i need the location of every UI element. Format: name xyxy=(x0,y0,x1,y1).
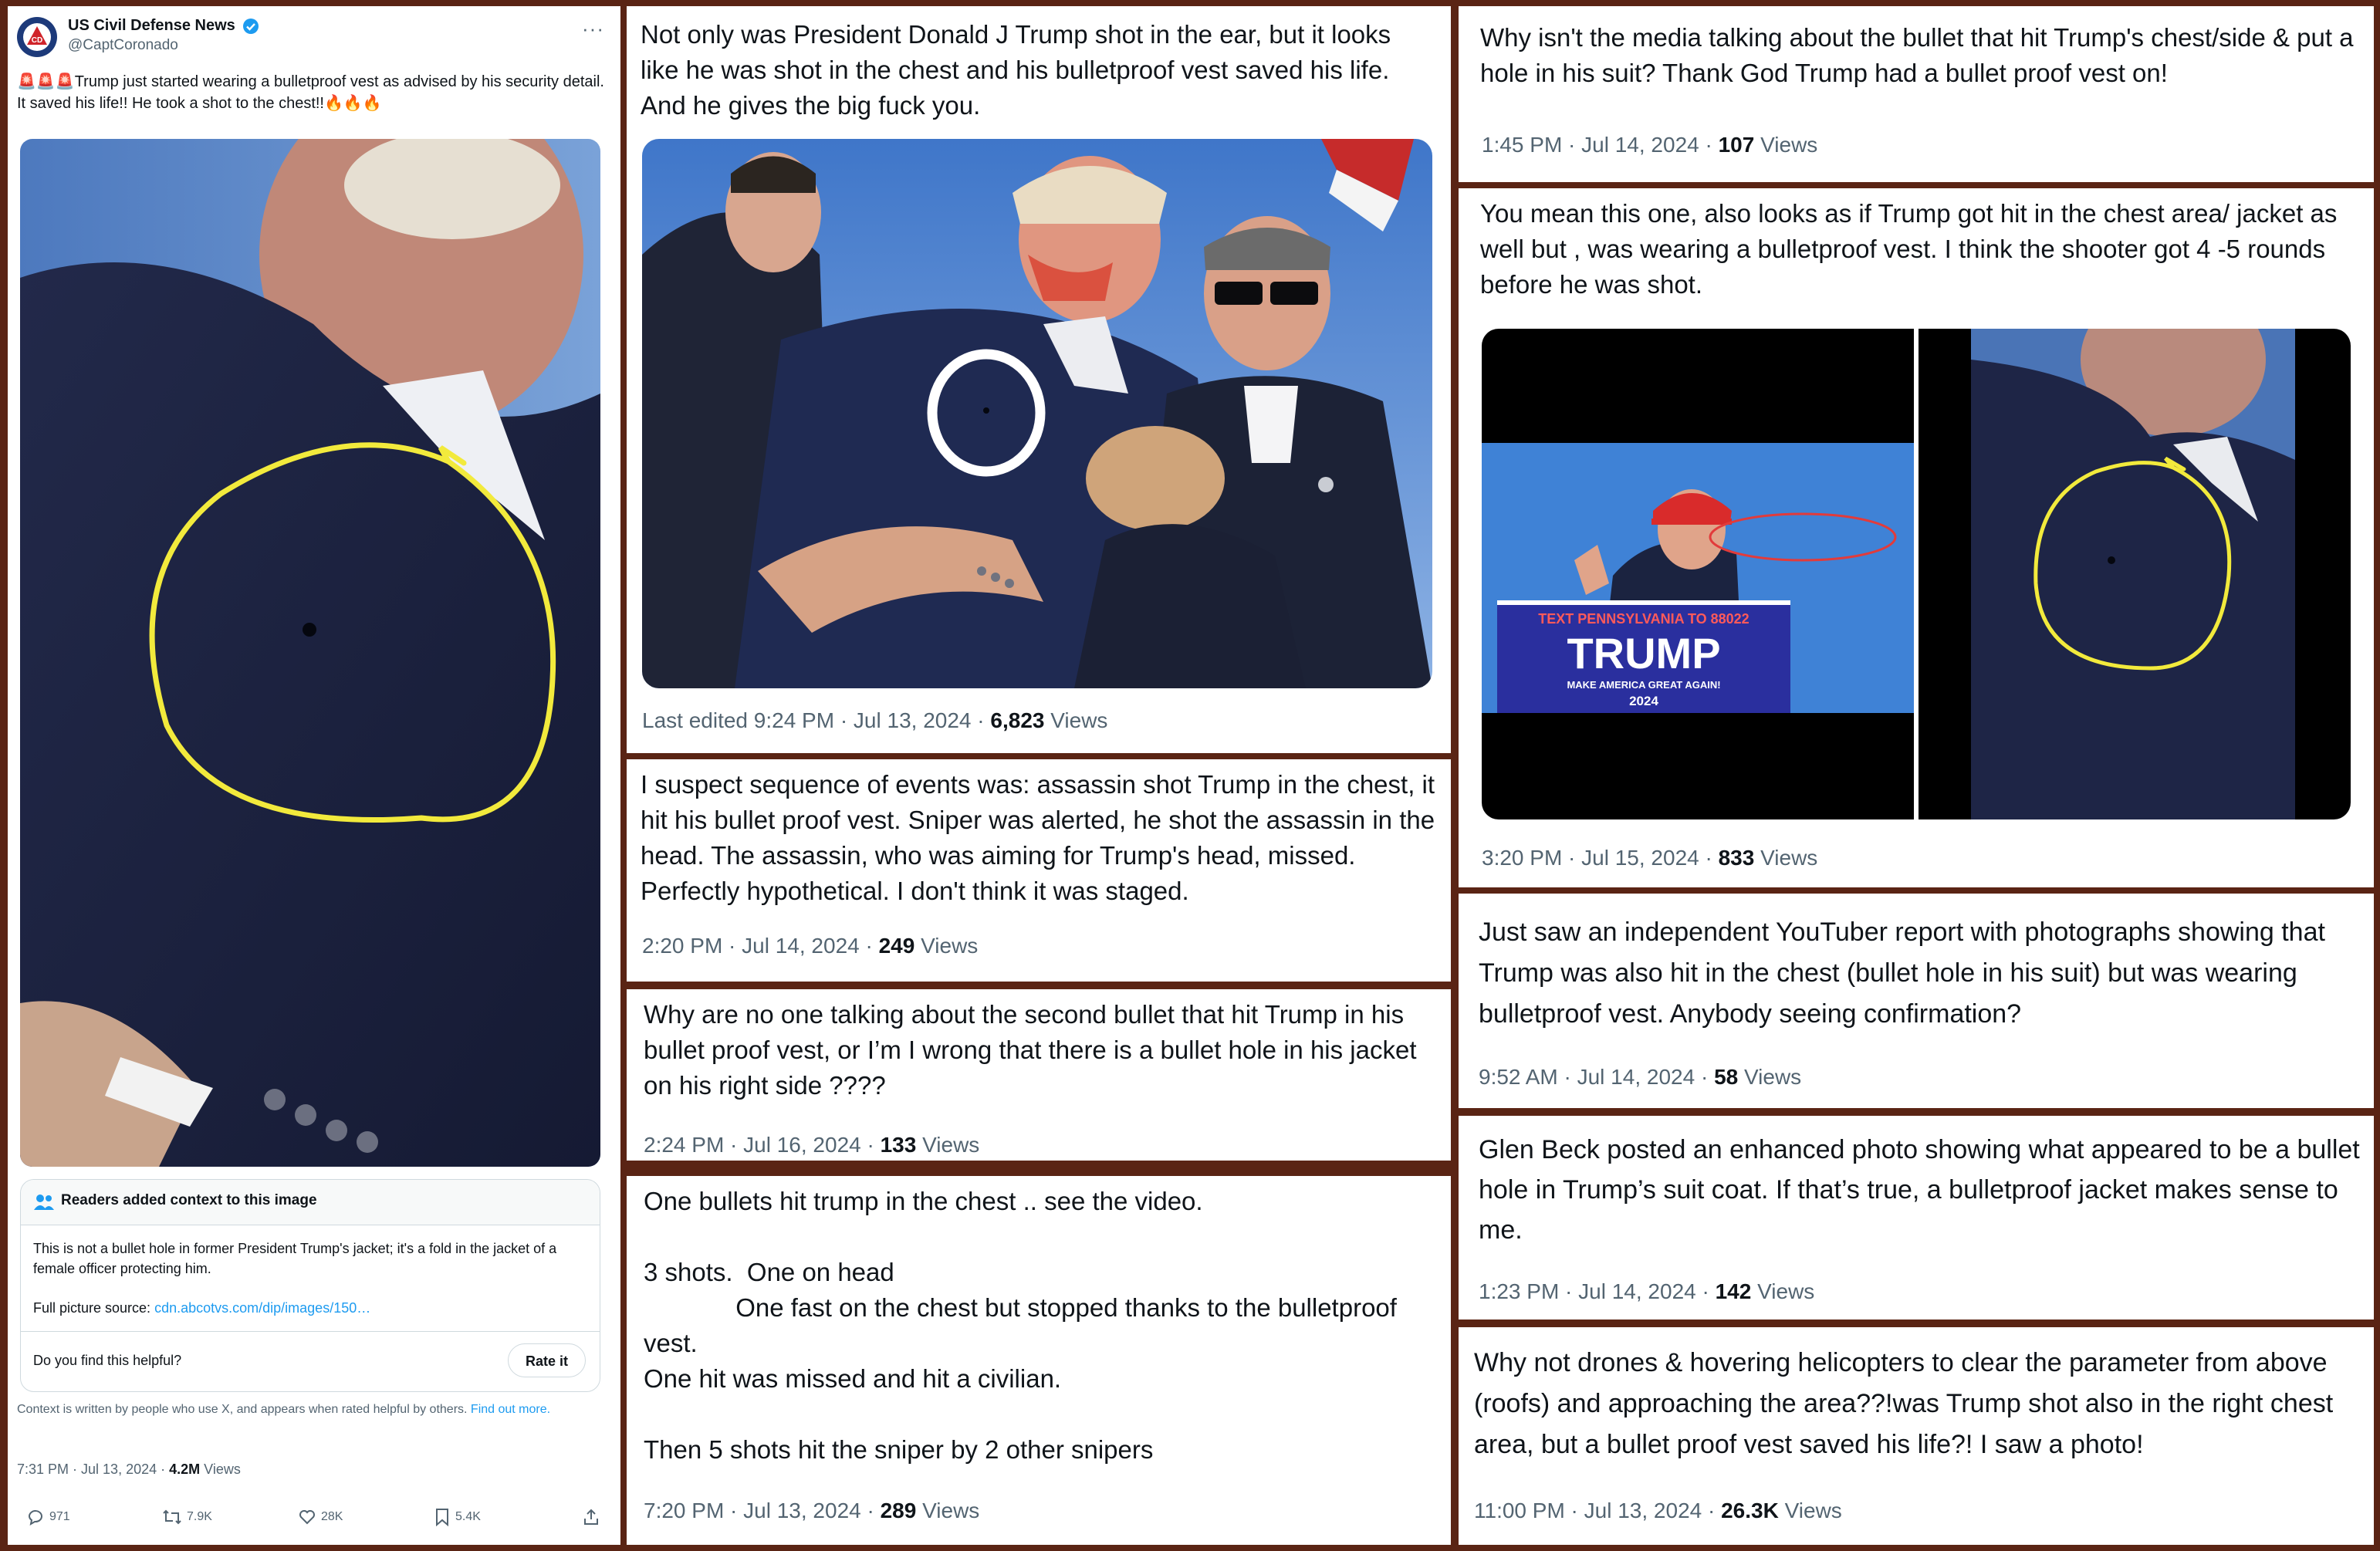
podium-year-text: 2024 xyxy=(1629,694,1658,708)
reply-timestamp: 11:00 PM · Jul 13, 2024 · 26.3K Views xyxy=(1474,1499,1842,1522)
account-name[interactable]: US Civil Defense News xyxy=(68,17,235,35)
rally-photo-image xyxy=(642,139,1432,688)
reply-card-9: Why not drones & hovering helicopters to… xyxy=(1459,1327,2374,1545)
reply-image[interactable] xyxy=(642,139,1432,688)
action-bar: 971 7.9K 28K 5.4K xyxy=(8,1503,620,1534)
repost-icon xyxy=(163,1509,181,1525)
account-handle[interactable]: @CaptCoronado xyxy=(68,37,178,54)
reply-timestamp: 3:20 PM · Jul 15, 2024 · 833 Views xyxy=(1482,846,1818,870)
find-out-more-link[interactable]: Find out more. xyxy=(471,1403,550,1416)
podium-name-text: TRUMP xyxy=(1567,629,1720,678)
note-body: This is not a bullet hole in former Pres… xyxy=(33,1241,557,1276)
reply-text: Why are no one talking about the second … xyxy=(644,1000,1424,1100)
reply-text: One bullets hit trump in the chest .. se… xyxy=(644,1187,1397,1464)
rate-it-button[interactable]: Rate it xyxy=(507,1343,586,1377)
reply-text: Why not drones & hovering helicopters to… xyxy=(1474,1348,2341,1459)
reply-timestamp: 1:45 PM · Jul 14, 2024 · 107 Views xyxy=(1482,133,1818,157)
reply-card-2: I suspect sequence of events was: assass… xyxy=(627,759,1451,982)
reply-timestamp: 1:23 PM · Jul 14, 2024 · 142 Views xyxy=(1479,1279,1815,1303)
note-source-link[interactable]: cdn.abcotvs.com/dip/images/150… xyxy=(154,1300,370,1316)
note-header: Readers added context to this image xyxy=(61,1192,317,1208)
like-button[interactable]: 28K xyxy=(298,1508,343,1526)
reply-timestamp: 7:20 PM · Jul 13, 2024 · 289 Views xyxy=(644,1499,980,1522)
reply-text: Why isn't the media talking about the bu… xyxy=(1480,23,2361,87)
reply-image-left[interactable]: TEXT PENNSYLVANIA TO 88022 TRUMP MAKE AM… xyxy=(1482,329,1914,819)
reply-timestamp: 9:52 AM · Jul 14, 2024 · 58 Views xyxy=(1479,1065,1802,1089)
post-image[interactable] xyxy=(20,139,600,1167)
repost-button[interactable]: 7.9K xyxy=(162,1508,212,1526)
bookmark-icon xyxy=(436,1509,448,1526)
post-timestamp: 7:31 PM · Jul 13, 2024 · 4.2M Views xyxy=(17,1461,241,1477)
reply-timestamp: Last edited 9:24 PM · Jul 13, 2024 · 6,8… xyxy=(642,708,1108,732)
avatar[interactable]: CD xyxy=(17,17,57,57)
podium-photo-image: TEXT PENNSYLVANIA TO 88022 TRUMP MAKE AM… xyxy=(1482,329,1914,819)
main-post-card: CD US Civil Defense News @CaptCoronado ·… xyxy=(8,6,620,1545)
podium-slogan-text: MAKE AMERICA GREAT AGAIN! xyxy=(1567,679,1720,691)
reply-card-7: Just saw an independent YouTuber report … xyxy=(1459,894,2374,1108)
readers-icon xyxy=(34,1195,54,1210)
reply-text: Not only was President Donald J Trump sh… xyxy=(641,20,1398,120)
reply-button[interactable]: 971 xyxy=(26,1508,70,1526)
jacket-closeup-image xyxy=(1919,329,2351,819)
post-text: 🚨🚨🚨Trump just started wearing a bulletpr… xyxy=(17,73,604,112)
svg-text:CD: CD xyxy=(32,36,42,45)
reply-timestamp: 2:20 PM · Jul 14, 2024 · 249 Views xyxy=(642,934,979,958)
share-icon xyxy=(584,1509,598,1525)
more-options-icon[interactable]: ··· xyxy=(582,17,604,41)
reply-icon xyxy=(28,1510,42,1526)
note-source: Full picture source: cdn.abcotvs.com/dip… xyxy=(33,1300,371,1316)
reply-text: Just saw an independent YouTuber report … xyxy=(1479,917,2340,1029)
civil-defense-logo-icon: CD xyxy=(23,23,51,51)
jacket-closeup-image xyxy=(20,139,600,1167)
reply-timestamp: 2:24 PM · Jul 16, 2024 · 133 Views xyxy=(644,1133,980,1157)
heart-icon xyxy=(299,1510,315,1525)
note-footer: Context is written by people who use X, … xyxy=(17,1403,551,1416)
column-divider xyxy=(627,1161,1451,1168)
helpful-question: Do you find this helpful? xyxy=(33,1353,182,1368)
verified-badge-icon xyxy=(243,19,259,34)
reply-text: You mean this one, also looks as if Trum… xyxy=(1480,199,2345,299)
share-button[interactable] xyxy=(582,1508,600,1530)
reply-card-1: Not only was President Donald J Trump sh… xyxy=(627,6,1451,753)
bookmark-button[interactable]: 5.4K xyxy=(434,1508,481,1526)
reply-card-3: Why are no one talking about the second … xyxy=(627,989,1451,1168)
reply-image-right[interactable] xyxy=(1919,329,2351,819)
reply-card-8: Glen Beck posted an enhanced photo showi… xyxy=(1459,1116,2374,1320)
reply-text: Glen Beck posted an enhanced photo showi… xyxy=(1479,1135,2368,1245)
reply-text: I suspect sequence of events was: assass… xyxy=(641,770,1442,905)
podium-banner-text: TEXT PENNSYLVANIA TO 88022 xyxy=(1538,611,1749,627)
reply-card-6: You mean this one, also looks as if Trum… xyxy=(1459,188,2374,887)
reply-card-4: One bullets hit trump in the chest .. se… xyxy=(627,1176,1451,1545)
reply-card-5: Why isn't the media talking about the bu… xyxy=(1459,6,2374,182)
community-note: Readers added context to this image This… xyxy=(20,1179,600,1392)
